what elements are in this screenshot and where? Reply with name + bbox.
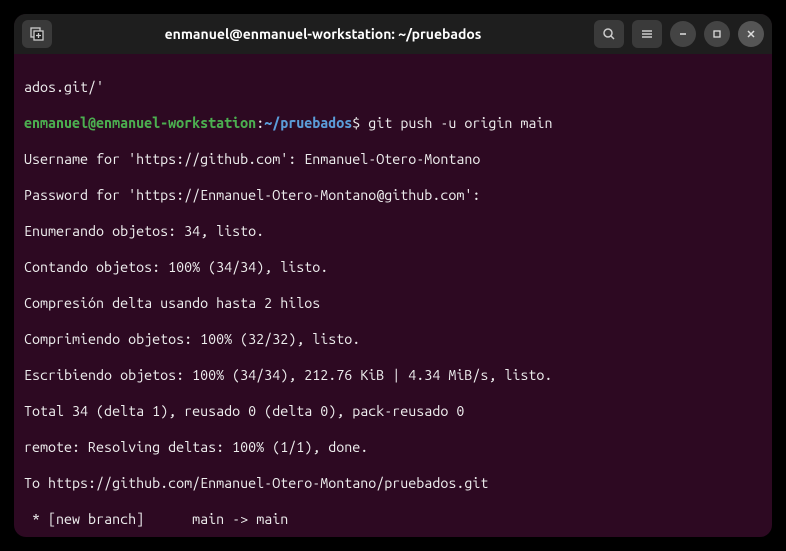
maximize-button[interactable] xyxy=(704,21,730,47)
minimize-button[interactable] xyxy=(670,21,696,47)
output-line: To https://github.com/Enmanuel-Otero-Mon… xyxy=(24,474,762,492)
output-line: * [new branch] main -> main xyxy=(24,510,762,528)
prompt-path: ~/pruebados xyxy=(264,115,352,131)
search-button[interactable] xyxy=(594,20,624,48)
hamburger-icon xyxy=(640,27,654,41)
output-line: Enumerando objetos: 34, listo. xyxy=(24,222,762,240)
output-line: Username for 'https://github.com': Enman… xyxy=(24,150,762,168)
output-line: Comprimiendo objetos: 100% (32/32), list… xyxy=(24,330,762,348)
close-icon xyxy=(746,29,756,39)
minimize-icon xyxy=(678,29,688,39)
output-line: Contando objetos: 100% (34/34), listo. xyxy=(24,258,762,276)
new-tab-button[interactable] xyxy=(22,20,52,48)
search-icon xyxy=(602,27,616,41)
output-line: ados.git/' xyxy=(24,78,762,96)
output-line: remote: Resolving deltas: 100% (1/1), do… xyxy=(24,438,762,456)
command-text: git push -u origin main xyxy=(360,115,552,131)
maximize-icon xyxy=(712,29,722,39)
prompt-line: enmanuel@enmanuel-workstation:~/pruebado… xyxy=(24,114,762,132)
prompt-user: enmanuel@enmanuel-workstation xyxy=(24,115,256,131)
terminal-window: enmanuel@enmanuel-workstation: ~/pruebad… xyxy=(14,14,772,537)
terminal-body[interactable]: ados.git/' enmanuel@enmanuel-workstation… xyxy=(14,54,772,537)
output-line: Compresión delta usando hasta 2 hilos xyxy=(24,294,762,312)
output-line: Escribiendo objetos: 100% (34/34), 212.7… xyxy=(24,366,762,384)
close-button[interactable] xyxy=(738,21,764,47)
new-tab-icon xyxy=(30,27,44,41)
output-line: Password for 'https://Enmanuel-Otero-Mon… xyxy=(24,186,762,204)
window-title: enmanuel@enmanuel-workstation: ~/pruebad… xyxy=(60,26,586,42)
menu-button[interactable] xyxy=(632,20,662,48)
titlebar: enmanuel@enmanuel-workstation: ~/pruebad… xyxy=(14,14,772,54)
output-line: Total 34 (delta 1), reusado 0 (delta 0),… xyxy=(24,402,762,420)
